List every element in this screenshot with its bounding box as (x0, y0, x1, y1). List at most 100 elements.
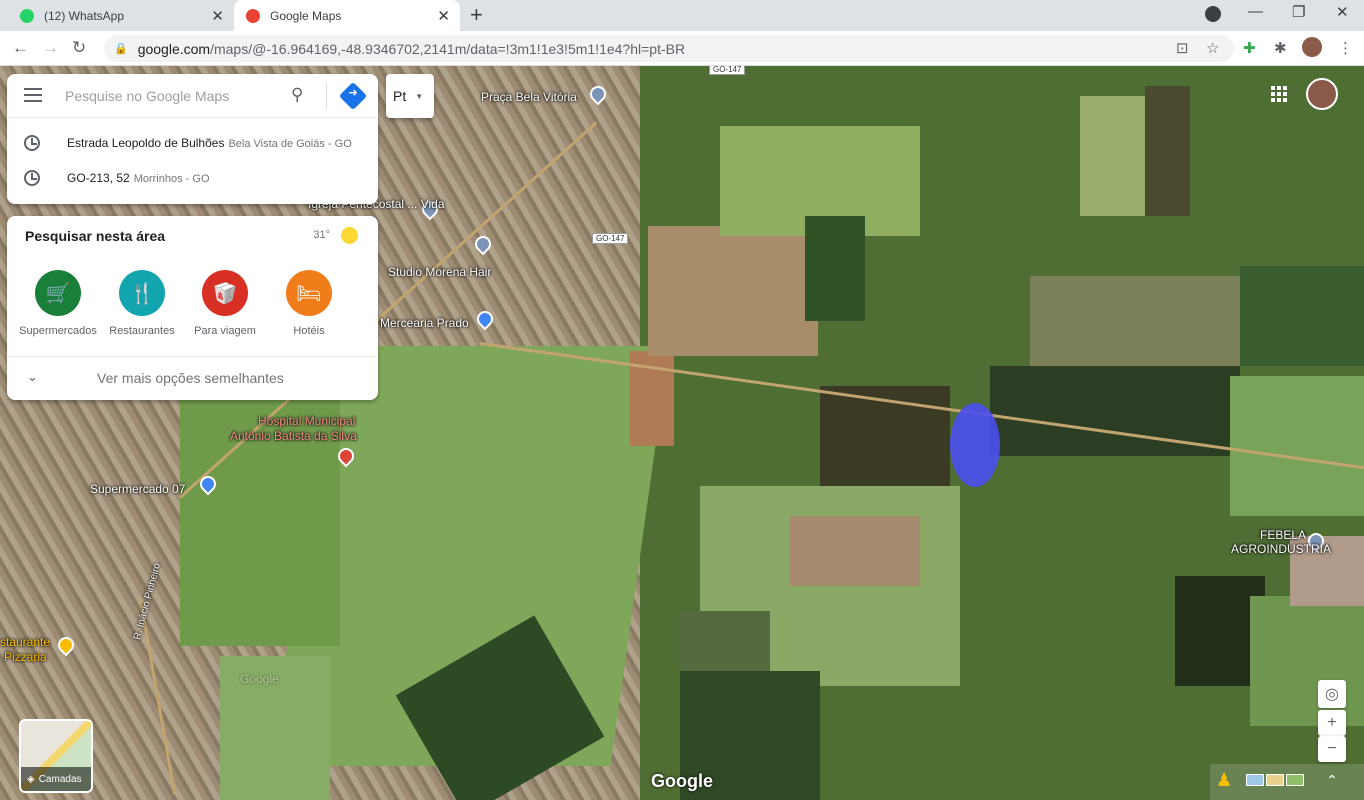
fork-knife-icon: 🍴 (119, 270, 165, 316)
close-icon[interactable]: ✕ (437, 7, 450, 25)
tab-whatsapp[interactable]: (12) WhatsApp ✕ (8, 0, 234, 31)
place-label[interactable]: Supermercado 07 (90, 482, 185, 496)
cart-icon: 🛒 (35, 270, 81, 316)
place-label[interactable]: AGROINDUSTRIA (1231, 542, 1331, 556)
locate-icon: ◎ (1325, 686, 1339, 703)
install-icon[interactable]: ⊡ (1176, 39, 1189, 57)
place-label[interactable]: FEBELA (1260, 528, 1306, 542)
field (990, 366, 1240, 456)
category-label: Hotéis (293, 325, 325, 337)
close-window-button[interactable]: ✕ (1336, 3, 1349, 21)
recent-primary: GO-213, 52 (67, 171, 130, 185)
place-label[interactable]: Mercearia Prado (380, 316, 469, 330)
road-shield: GO-147 (709, 66, 746, 75)
category-restaurantes[interactable]: 🍴 Restaurantes (97, 270, 187, 337)
imagery-thumbnail[interactable] (1266, 774, 1284, 786)
bed-icon: 🛏 (286, 270, 332, 316)
caret-down-icon: ▼ (415, 91, 424, 101)
maps-pin-icon (246, 8, 260, 23)
recent-search-item[interactable]: Estrada Leopoldo de Bulhões Bela Vista de… (7, 126, 378, 160)
zoom-out-button[interactable]: − (1318, 736, 1346, 762)
imagery-thumbnail[interactable] (1246, 774, 1264, 786)
back-icon[interactable]: ← (12, 38, 29, 58)
google-logo: Google (651, 771, 713, 791)
drawn-area-highlight (950, 403, 1000, 487)
sun-icon (341, 227, 358, 244)
address-bar[interactable]: 🔒 google.com /maps/@-16.964169,-48.93467… (104, 35, 1234, 62)
place-label[interactable]: Antônio Batista da Silva (230, 429, 357, 443)
weather-temperature: 31° (313, 229, 330, 241)
category-para-viagem[interactable]: 🥡 Para viagem (180, 270, 270, 337)
category-label: Restaurantes (109, 325, 175, 337)
language-label: Pt (393, 88, 407, 104)
recent-secondary: Morrinhos - GO (133, 173, 210, 185)
forward-icon[interactable]: → (42, 38, 59, 58)
takeout-icon: 🥡 (202, 270, 248, 316)
restore-button[interactable]: ❐ (1292, 3, 1305, 21)
search-row: ⚲ (7, 74, 378, 118)
road-shield: GO-147 (592, 233, 629, 244)
search-panel: ⚲ Estrada Leopoldo de BulhõesBela Vista … (7, 74, 378, 204)
field (1145, 86, 1190, 216)
my-location-button[interactable]: ◎ (1318, 680, 1346, 708)
browser-tab-strip: (12) WhatsApp ✕ Google Maps ✕ + — ❐ ✕ (0, 0, 1364, 31)
tab-title: (12) WhatsApp (44, 8, 125, 23)
profile-dropdown-icon[interactable] (1205, 6, 1221, 22)
field (805, 216, 865, 321)
field (790, 516, 920, 586)
browser-toolbar: ← → ↻ 🔒 google.com /maps/@-16.964169,-48… (0, 31, 1364, 66)
directions-icon[interactable] (338, 81, 368, 111)
more-options-label: Ver mais opções semelhantes (97, 370, 284, 386)
field (1030, 276, 1240, 366)
watermark-label: Google (240, 672, 279, 686)
clock-icon (24, 135, 40, 151)
avatar[interactable] (1306, 78, 1338, 110)
category-label: Para viagem (194, 325, 256, 337)
search-input[interactable] (65, 85, 285, 107)
place-label[interactable]: Studio Morena Hair (388, 265, 491, 279)
field (680, 611, 770, 676)
category-supermercados[interactable]: 🛒 Supermercados (13, 270, 103, 337)
extension-plus-icon[interactable]: ✚ (1243, 39, 1256, 57)
language-selector[interactable]: Pt ▼ (386, 74, 434, 118)
clock-icon (24, 170, 40, 186)
close-icon[interactable]: ✕ (211, 7, 224, 25)
reload-icon[interactable]: ↻ (72, 38, 86, 58)
profile-avatar[interactable] (1302, 37, 1322, 57)
apps-grid-icon[interactable] (1271, 86, 1287, 102)
star-icon[interactable]: ☆ (1206, 39, 1219, 57)
plus-icon: + (1327, 714, 1337, 731)
place-label[interactable]: Praça Bela Vitória (481, 90, 577, 104)
field (1080, 96, 1150, 216)
layers-icon: ◈ (27, 773, 35, 785)
pegman-icon[interactable]: ♟ (1216, 770, 1232, 791)
lock-icon: 🔒 (114, 43, 128, 55)
layers-button[interactable]: ◈ Camadas (19, 719, 93, 793)
zoom-in-button[interactable]: + (1318, 710, 1346, 736)
expand-icon[interactable]: ⌃ (1326, 772, 1338, 789)
menu-icon[interactable] (24, 88, 42, 102)
place-label[interactable]: Pizzaria (4, 650, 47, 664)
more-options-button[interactable]: ⌄ Ver mais opções semelhantes (7, 357, 378, 400)
divider (326, 84, 327, 108)
imagery-thumbnail[interactable] (1286, 774, 1304, 786)
url-path: /maps/@-16.964169,-48.9346702,2141m/data… (210, 40, 686, 57)
extensions-icon[interactable]: ✱ (1274, 39, 1287, 57)
menu-icon[interactable]: ⋮ (1338, 39, 1353, 57)
minimize-button[interactable]: — (1248, 3, 1263, 20)
place-label[interactable]: staurante (0, 635, 50, 649)
tab-google-maps[interactable]: Google Maps ✕ (234, 0, 460, 31)
place-label[interactable]: Hospital Municipal (258, 414, 355, 428)
recent-search-item[interactable]: GO-213, 52 Morrinhos - GO (7, 161, 378, 195)
field (1230, 376, 1364, 516)
layers-label-bar: ◈ Camadas (21, 767, 91, 791)
field (648, 226, 818, 356)
satellite-map[interactable]: GO-147 GO-147 Praça Bela Vitória Igreja … (0, 66, 1364, 800)
search-icon[interactable]: ⚲ (291, 85, 303, 105)
search-this-area-panel: Pesquisar nesta área 31° 🛒 Supermercados… (7, 216, 378, 400)
recent-primary: Estrada Leopoldo de Bulhões (67, 136, 225, 150)
category-hoteis[interactable]: 🛏 Hotéis (264, 270, 354, 337)
new-tab-button[interactable]: + (470, 2, 483, 28)
panel-title: Pesquisar nesta área (25, 228, 166, 244)
field (1250, 596, 1364, 726)
